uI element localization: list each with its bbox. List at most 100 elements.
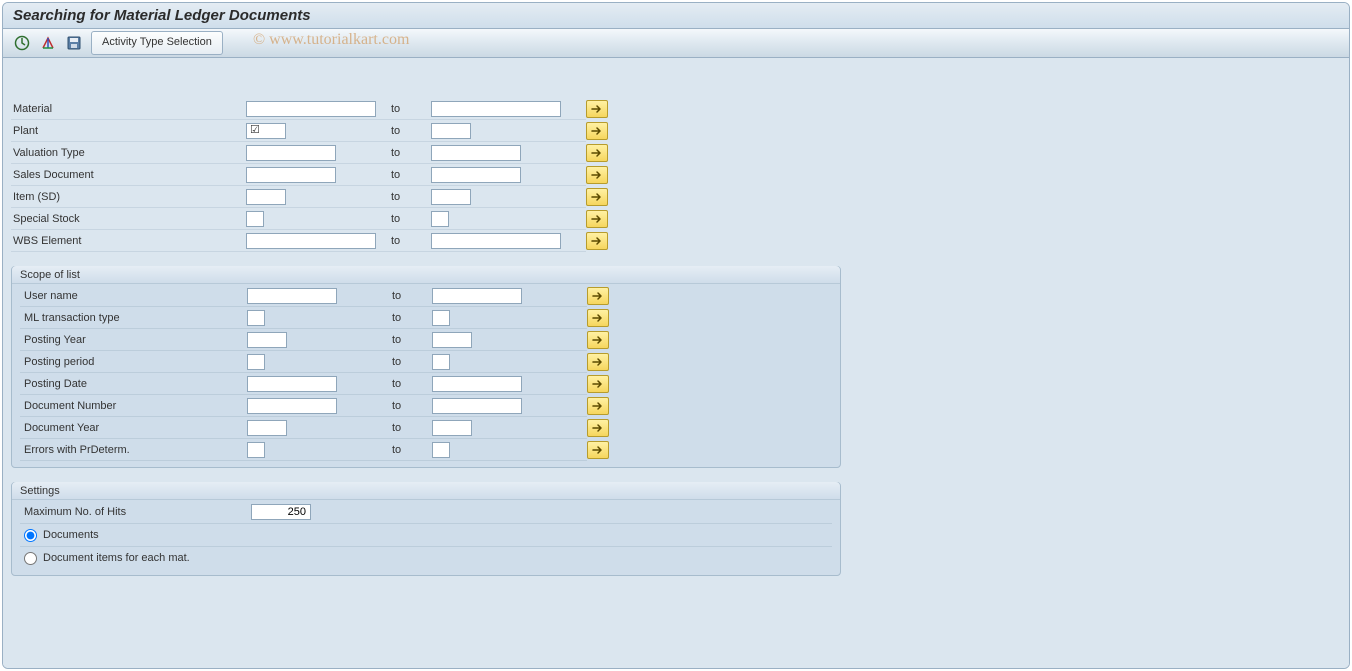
main-wbs-element-multiple-selection-button[interactable] bbox=[586, 232, 608, 250]
scope-errors-with-prdeterm-to-input[interactable] bbox=[432, 442, 450, 458]
scope-row-document-number: Document Number to bbox=[20, 395, 832, 417]
max-hits-label: Maximum No. of Hits bbox=[20, 501, 251, 523]
main-material-to-input[interactable] bbox=[431, 101, 561, 117]
to-label: to bbox=[391, 186, 431, 208]
app-frame: Searching for Material Ledger Documents … bbox=[2, 2, 1350, 669]
main-item-sd-to-input[interactable] bbox=[431, 189, 471, 205]
scope-user-name-to-input[interactable] bbox=[432, 288, 522, 304]
scope-posting-period-multiple-selection-button[interactable] bbox=[587, 353, 609, 371]
main-valuation-type-to-input[interactable] bbox=[431, 145, 521, 161]
to-label: to bbox=[392, 395, 432, 417]
main-valuation-type-multiple-selection-button[interactable] bbox=[586, 144, 608, 162]
main-row-valuation-type: Valuation Type to bbox=[11, 142, 1341, 164]
scope-label-document-number: Document Number bbox=[20, 395, 247, 417]
scope-posting-period-to-input[interactable] bbox=[432, 354, 450, 370]
main-label-plant: Plant bbox=[11, 120, 246, 142]
save-icon[interactable] bbox=[65, 34, 83, 52]
main-wbs-element-to-input[interactable] bbox=[431, 233, 561, 249]
scope-document-number-multiple-selection-button[interactable] bbox=[587, 397, 609, 415]
main-valuation-type-from-input[interactable] bbox=[246, 145, 336, 161]
scope-label-posting-date: Posting Date bbox=[20, 373, 247, 395]
main-row-special-stock: Special Stock to bbox=[11, 208, 1341, 230]
scope-row-errors-with-prdeterm: Errors with PrDeterm. to bbox=[20, 439, 832, 461]
main-item-sd-from-input[interactable] bbox=[246, 189, 286, 205]
scope-document-number-to-input[interactable] bbox=[432, 398, 522, 414]
scope-document-number-from-input[interactable] bbox=[247, 398, 337, 414]
scope-document-year-multiple-selection-button[interactable] bbox=[587, 419, 609, 437]
scope-row-posting-date: Posting Date to bbox=[20, 373, 832, 395]
scope-posting-date-from-input[interactable] bbox=[247, 376, 337, 392]
to-label: to bbox=[392, 439, 432, 461]
scope-label-document-year: Document Year bbox=[20, 417, 247, 439]
to-label: to bbox=[392, 285, 432, 307]
variant-icon[interactable] bbox=[39, 34, 57, 52]
main-special-stock-from-input[interactable] bbox=[246, 211, 264, 227]
scope-label-posting-year: Posting Year bbox=[20, 329, 247, 351]
settings-group: Settings Maximum No. of Hits Documents D… bbox=[11, 482, 841, 576]
radio-document-items-label: Document items for each mat. bbox=[43, 552, 190, 564]
scope-row-user-name: User name to bbox=[20, 285, 832, 307]
main-plant-multiple-selection-button[interactable] bbox=[586, 122, 608, 140]
to-label: to bbox=[391, 164, 431, 186]
to-label: to bbox=[391, 208, 431, 230]
page-title: Searching for Material Ledger Documents bbox=[3, 3, 1349, 29]
main-label-wbs-element: WBS Element bbox=[11, 230, 246, 252]
scope-row-posting-period: Posting period to bbox=[20, 351, 832, 373]
main-plant-from-input[interactable] bbox=[246, 123, 286, 139]
scope-label-user-name: User name bbox=[20, 285, 247, 307]
radio-documents[interactable] bbox=[24, 529, 37, 542]
main-item-sd-multiple-selection-button[interactable] bbox=[586, 188, 608, 206]
main-plant-to-input[interactable] bbox=[431, 123, 471, 139]
scope-ml-transaction-type-to-input[interactable] bbox=[432, 310, 450, 326]
scope-posting-period-from-input[interactable] bbox=[247, 354, 265, 370]
main-label-material: Material bbox=[11, 98, 246, 120]
to-label: to bbox=[392, 329, 432, 351]
scope-of-list-group: Scope of list User name to ML transactio… bbox=[11, 266, 841, 468]
scope-errors-with-prdeterm-from-input[interactable] bbox=[247, 442, 265, 458]
main-label-item-sd: Item (SD) bbox=[11, 186, 246, 208]
main-label-sales-document: Sales Document bbox=[11, 164, 246, 186]
selection-screen: Material to Plant ☑ to Valuation Type bbox=[3, 58, 1349, 668]
to-label: to bbox=[391, 98, 431, 120]
to-label: to bbox=[391, 142, 431, 164]
main-special-stock-to-input[interactable] bbox=[431, 211, 449, 227]
selection-block-main: Material to Plant ☑ to Valuation Type bbox=[11, 98, 1341, 252]
scope-user-name-from-input[interactable] bbox=[247, 288, 337, 304]
activity-type-selection-button[interactable]: Activity Type Selection bbox=[91, 31, 223, 55]
main-material-multiple-selection-button[interactable] bbox=[586, 100, 608, 118]
main-special-stock-multiple-selection-button[interactable] bbox=[586, 210, 608, 228]
scope-ml-transaction-type-multiple-selection-button[interactable] bbox=[587, 309, 609, 327]
main-sales-document-from-input[interactable] bbox=[246, 167, 336, 183]
application-toolbar: Activity Type Selection © www.tutorialka… bbox=[3, 29, 1349, 58]
scope-row-posting-year: Posting Year to bbox=[20, 329, 832, 351]
main-sales-document-to-input[interactable] bbox=[431, 167, 521, 183]
scope-row-document-year: Document Year to bbox=[20, 417, 832, 439]
main-row-plant: Plant ☑ to bbox=[11, 120, 1341, 142]
main-material-from-input[interactable] bbox=[246, 101, 376, 117]
scope-posting-date-multiple-selection-button[interactable] bbox=[587, 375, 609, 393]
scope-user-name-multiple-selection-button[interactable] bbox=[587, 287, 609, 305]
scope-posting-year-multiple-selection-button[interactable] bbox=[587, 331, 609, 349]
main-wbs-element-from-input[interactable] bbox=[246, 233, 376, 249]
execute-icon[interactable] bbox=[13, 34, 31, 52]
main-sales-document-multiple-selection-button[interactable] bbox=[586, 166, 608, 184]
scope-label-ml-transaction-type: ML transaction type bbox=[20, 307, 247, 329]
scope-document-year-from-input[interactable] bbox=[247, 420, 287, 436]
scope-label-errors-with-prdeterm: Errors with PrDeterm. bbox=[20, 439, 247, 461]
main-label-special-stock: Special Stock bbox=[11, 208, 246, 230]
main-row-item-sd: Item (SD) to bbox=[11, 186, 1341, 208]
to-label: to bbox=[391, 120, 431, 142]
to-label: to bbox=[391, 230, 431, 252]
scope-document-year-to-input[interactable] bbox=[432, 420, 472, 436]
scope-ml-transaction-type-from-input[interactable] bbox=[247, 310, 265, 326]
main-row-sales-document: Sales Document to bbox=[11, 164, 1341, 186]
settings-legend: Settings bbox=[12, 482, 840, 500]
scope-posting-year-to-input[interactable] bbox=[432, 332, 472, 348]
radio-document-items[interactable] bbox=[24, 552, 37, 565]
scope-label-posting-period: Posting period bbox=[20, 351, 247, 373]
main-row-wbs-element: WBS Element to bbox=[11, 230, 1341, 252]
max-hits-input[interactable] bbox=[251, 504, 311, 520]
scope-posting-date-to-input[interactable] bbox=[432, 376, 522, 392]
scope-posting-year-from-input[interactable] bbox=[247, 332, 287, 348]
scope-errors-with-prdeterm-multiple-selection-button[interactable] bbox=[587, 441, 609, 459]
